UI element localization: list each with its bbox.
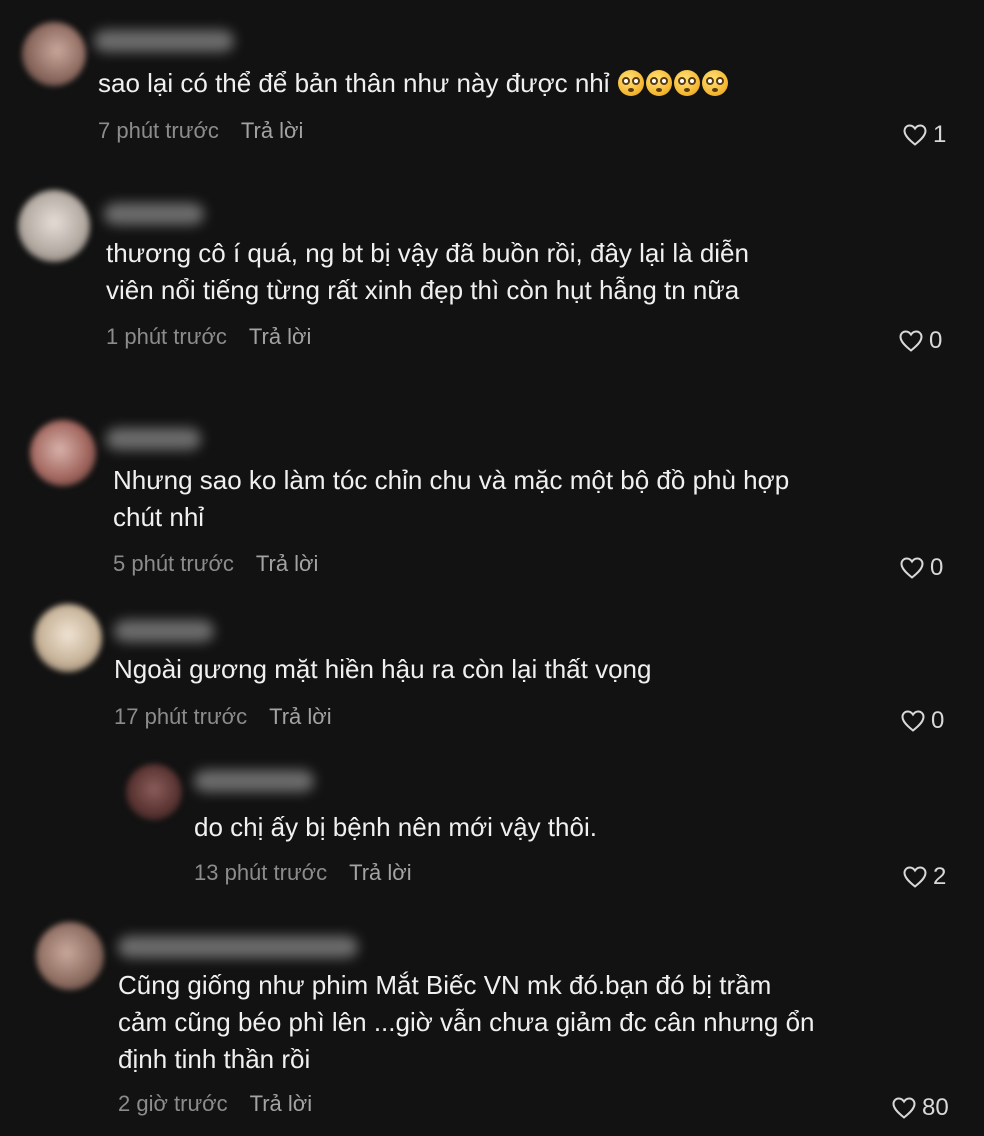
comment-text-line: định tinh thần rồi xyxy=(118,1044,311,1074)
heart-outline-icon xyxy=(892,1097,916,1119)
comment-text-line: Cũng giống như phim Mắt Biếc VN mk đó.bạ… xyxy=(118,970,772,1000)
avatar[interactable] xyxy=(36,922,104,990)
comment-meta: 2 giờ trước Trả lời xyxy=(118,1091,312,1117)
username-blurred[interactable] xyxy=(118,936,358,958)
comment-text: Cũng giống như phim Mắt Biếc VN mk đó.bạ… xyxy=(118,967,815,1078)
comment-text-line: cảm cũng béo phì lên ...giờ vẫn chưa giả… xyxy=(118,1007,815,1037)
comment-item: Cũng giống như phim Mắt Biếc VN mk đó.bạ… xyxy=(0,0,984,1136)
reply-button[interactable]: Trả lời xyxy=(250,1091,313,1116)
like-count: 80 xyxy=(922,1094,949,1121)
timestamp: 2 giờ trước xyxy=(118,1091,228,1116)
like-button[interactable]: 80 xyxy=(892,1094,949,1122)
